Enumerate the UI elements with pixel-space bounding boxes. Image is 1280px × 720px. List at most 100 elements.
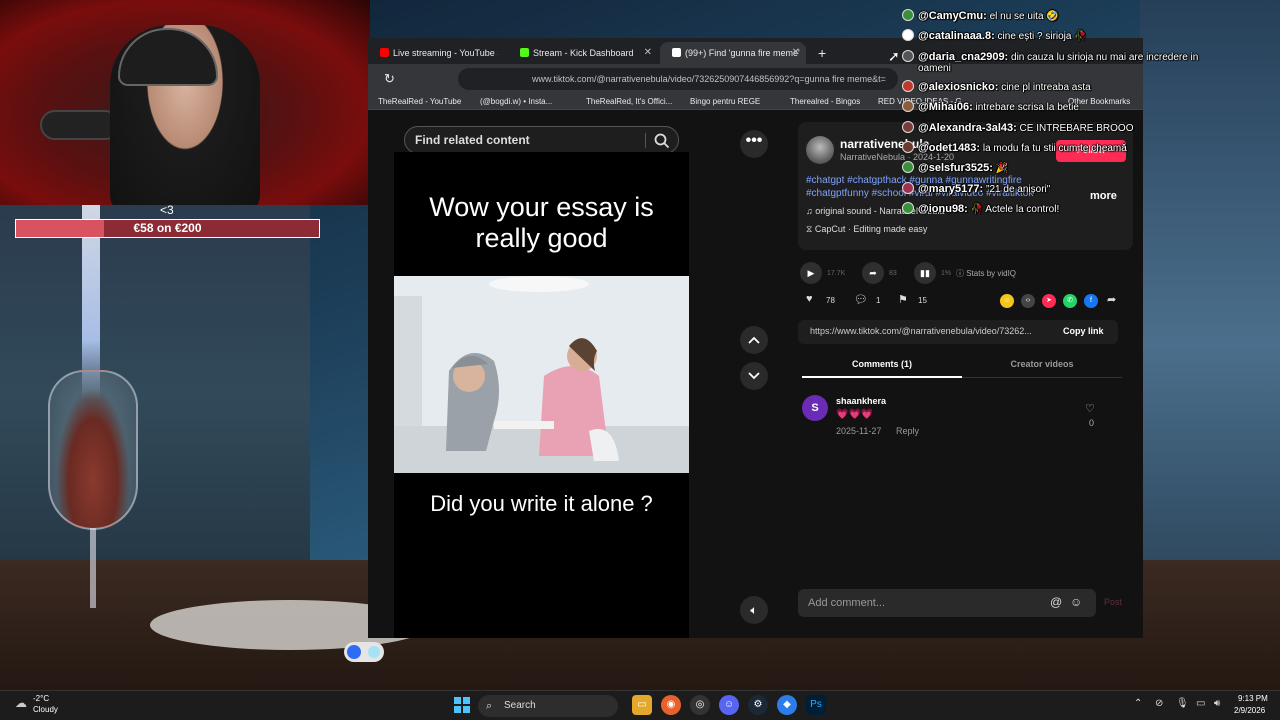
- bookmark-item[interactable]: TheRealRed, It's Offici...: [586, 94, 672, 110]
- tab-label: Live streaming - YouTube Studio: [393, 48, 498, 58]
- weather-description[interactable]: Cloudy: [33, 705, 58, 714]
- tab-comments[interactable]: Comments (1): [802, 350, 962, 378]
- whatsapp-icon[interactable]: ✆: [1063, 294, 1077, 308]
- chevron-up-icon[interactable]: ⌃: [1134, 698, 1142, 709]
- commenter-avatar[interactable]: S: [802, 395, 828, 421]
- comment-likes-count: 0: [1089, 418, 1095, 428]
- post-button[interactable]: Post: [1104, 597, 1122, 607]
- tab-creator-videos[interactable]: Creator videos: [962, 350, 1122, 378]
- start-tile: [463, 697, 470, 704]
- steam-icon[interactable]: ⚙: [748, 695, 768, 715]
- chat-badge-icon: [902, 9, 914, 21]
- search-box[interactable]: [404, 126, 679, 154]
- tab-kick-dashboard[interactable]: Stream - Kick Dashboard ✕: [508, 42, 658, 64]
- emoji-icon[interactable]: ☺: [1070, 595, 1082, 609]
- discord-icon[interactable]: ☺: [719, 695, 739, 715]
- search-input[interactable]: [415, 127, 635, 153]
- share-link-box: https://www.tiktok.com/@narrativenebula/…: [798, 320, 1118, 344]
- share-icon[interactable]: ➦: [1107, 293, 1116, 306]
- chat-username: @catalinaaa.8:: [918, 30, 995, 42]
- bookmark-item[interactable]: TheRealRed - YouTube: [378, 94, 461, 110]
- share-gold-icon[interactable]: ☺: [1000, 294, 1014, 308]
- taskbar-search[interactable]: ⌕ Search: [478, 695, 618, 717]
- tab-tiktok[interactable]: (99+) Find 'gunna fire meme' ✕: [660, 42, 806, 64]
- chat-text: el nu se uita 🤣: [986, 11, 1059, 22]
- chat-message: @catalinaaa.8: cine ești ? sirioja 🥀: [896, 26, 1087, 46]
- youtube-icon: [380, 48, 389, 57]
- bookmark-icon[interactable]: ⚑: [898, 293, 908, 306]
- embed-icon[interactable]: ‹›: [1021, 294, 1035, 308]
- microphone-icon[interactable]: 🎙︎: [1176, 698, 1189, 709]
- tab-youtube-studio[interactable]: Live streaming - YouTube Studio: [368, 42, 498, 64]
- saves-count: 15: [918, 296, 927, 305]
- clock-time[interactable]: 9:13 PM: [1238, 694, 1268, 703]
- search-icon[interactable]: [653, 132, 671, 150]
- chat-message: @odet1483: la modu fa tu stii cum te che…: [896, 138, 1127, 158]
- facebook-icon[interactable]: f: [1084, 294, 1098, 308]
- bookmark-item[interactable]: Bingo pentru REGE: [690, 94, 760, 110]
- stream-chat-overlay: @CamyCmu: el nu se uita 🤣 @catalinaaa.8:…: [896, 0, 1280, 225]
- vidiq-stats-label[interactable]: ⓘ Stats by vidIQ: [956, 268, 1016, 279]
- monitor-icon[interactable]: ▭: [1196, 698, 1205, 709]
- author-avatar[interactable]: [806, 136, 834, 164]
- tiktok-icon: [672, 48, 681, 57]
- app-blue-icon[interactable]: ◆: [777, 695, 797, 715]
- previous-video-button[interactable]: [740, 326, 768, 354]
- vidiq-text: Stats by vidIQ: [966, 269, 1017, 278]
- capcut-label[interactable]: ⧖ CapCut · Editing made easy: [806, 224, 927, 235]
- send-icon[interactable]: ➤: [1042, 294, 1056, 308]
- comment-input[interactable]: [808, 589, 1038, 617]
- wine-glass-stem: [90, 528, 96, 608]
- new-tab-button[interactable]: +: [818, 42, 826, 64]
- commenter-username[interactable]: shaankhera: [836, 396, 886, 406]
- chat-text: 🥀 Actele la control!: [967, 204, 1060, 215]
- chat-text: oameni: [918, 63, 951, 74]
- chat-badge-icon: [902, 202, 914, 214]
- reload-icon[interactable]: ↻: [384, 71, 395, 87]
- close-icon[interactable]: ✕: [644, 42, 652, 64]
- comment-input-bar: @ ☺: [798, 589, 1096, 617]
- cloud-icon[interactable]: ☁: [15, 696, 27, 710]
- share-arrow-icon[interactable]: ➦: [862, 262, 884, 284]
- mouse-cursor-icon: ➚: [888, 48, 900, 64]
- start-tile: [454, 706, 461, 713]
- clock-date[interactable]: 2/9/2026: [1234, 706, 1265, 715]
- obs-icon[interactable]: ◎: [690, 695, 710, 715]
- windows-start-icon[interactable]: [454, 697, 470, 713]
- chat-username: @CamyCmu:: [918, 10, 987, 22]
- file-explorer-icon[interactable]: ▭: [632, 695, 652, 715]
- copy-link-button[interactable]: Copy link: [1063, 326, 1104, 336]
- chevron-down-icon: [748, 372, 760, 380]
- bookmark-item[interactable]: Therealred - Bingos: [790, 94, 860, 110]
- chat-badge-icon: [902, 100, 914, 112]
- volume-button[interactable]: 🔈︎: [740, 596, 768, 624]
- percent-stat: 1%: [941, 270, 952, 277]
- heart-icon[interactable]: ♥: [806, 293, 813, 305]
- play-icon[interactable]: ▶: [800, 262, 822, 284]
- therapy-scene-illustration: [394, 276, 689, 473]
- network-off-icon[interactable]: ⊘: [1155, 698, 1163, 709]
- video-player[interactable]: Wow your essay is really good Did you wr…: [344, 152, 689, 662]
- reply-button[interactable]: Reply: [896, 426, 919, 436]
- share-link-url[interactable]: https://www.tiktok.com/@narrativenebula/…: [810, 326, 1055, 336]
- chat-text: 🎉: [992, 163, 1009, 174]
- heart-outline-icon[interactable]: ♡: [1085, 402, 1095, 415]
- more-options-button[interactable]: •••: [740, 130, 768, 158]
- address-bar[interactable]: www.tiktok.com/@narrativenebula/video/73…: [458, 68, 898, 90]
- chat-badge-icon: [902, 141, 914, 153]
- chat-message: @mary5177: "21 de anișori": [896, 179, 1050, 199]
- comment-date: 2025-11-27: [836, 426, 882, 436]
- mention-icon[interactable]: @: [1050, 595, 1062, 609]
- volume-icon[interactable]: 🔊︎: [1214, 698, 1220, 709]
- weather-temperature[interactable]: -2°C: [33, 694, 49, 703]
- bar-chart-icon[interactable]: ▮▮: [914, 262, 936, 284]
- bookmark-item[interactable]: (@bogdi.w) • Insta...: [480, 94, 552, 110]
- next-video-button[interactable]: [740, 362, 768, 390]
- close-icon[interactable]: ✕: [792, 42, 800, 64]
- webcam-feed: [0, 0, 370, 205]
- overlay-toggle-pill[interactable]: [344, 642, 384, 662]
- comment-icon[interactable]: 💬︎: [854, 293, 868, 306]
- firefox-icon[interactable]: ◉: [661, 695, 681, 715]
- photoshop-icon[interactable]: Ps: [806, 695, 826, 715]
- search-icon: ⌕: [486, 700, 493, 712]
